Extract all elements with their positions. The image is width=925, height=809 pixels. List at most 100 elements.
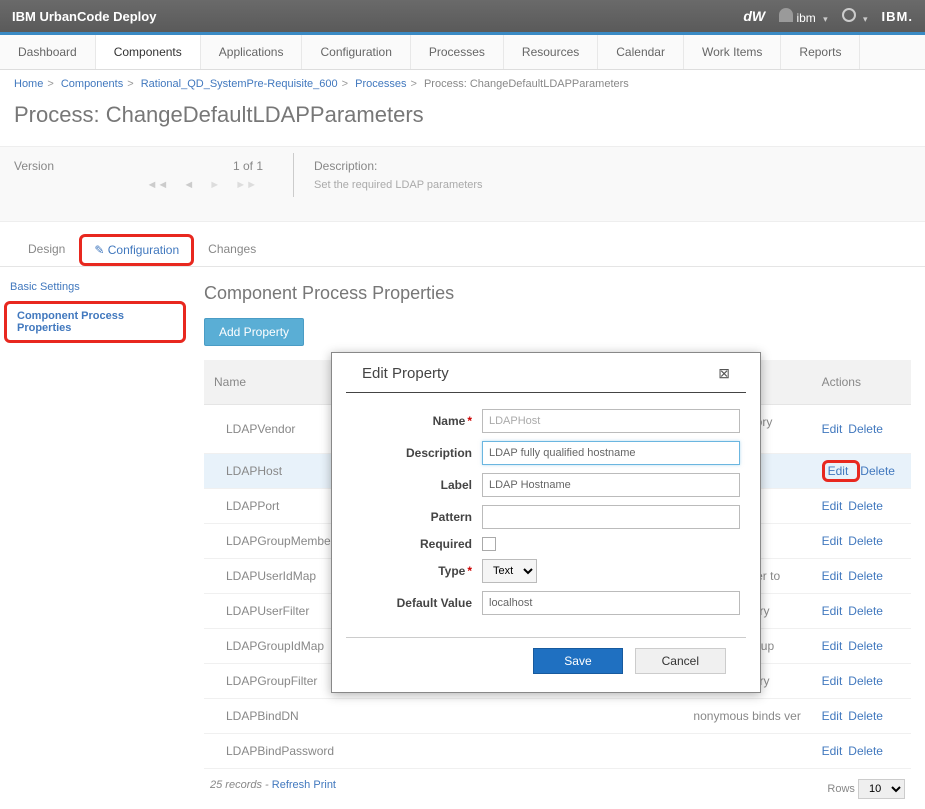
breadcrumb: Home> Components> Rational_QD_SystemPre-…: [0, 70, 925, 98]
caret-down-icon: ▾: [863, 14, 868, 24]
version-last-icon: ►►: [235, 179, 257, 191]
nav-applications[interactable]: Applications: [201, 35, 303, 69]
tab-configuration[interactable]: ✎ Configuration: [88, 239, 185, 261]
pattern-label: Pattern: [431, 510, 472, 524]
meta-bar: Version 1 of 1 ◄◄ ◄ ► ►► Description: Se…: [0, 146, 925, 222]
cell-required: [529, 734, 598, 769]
user-icon: [779, 8, 793, 22]
type-label: Type: [438, 564, 465, 578]
dw-logo[interactable]: dW: [743, 8, 765, 24]
delete-link[interactable]: Delete: [848, 499, 883, 513]
delete-link[interactable]: Delete: [848, 569, 883, 583]
pencil-icon: ✎: [94, 243, 104, 257]
col-actions: Actions: [812, 360, 911, 405]
caret-down-icon: ▾: [823, 14, 828, 24]
user-name: ibm: [796, 11, 815, 25]
highlight-edit: Edit: [822, 460, 861, 482]
nav-configuration[interactable]: Configuration: [302, 35, 410, 69]
edit-link[interactable]: Edit: [828, 464, 849, 478]
edit-link[interactable]: Edit: [822, 639, 843, 653]
highlight-config-tab: ✎ Configuration: [79, 234, 194, 266]
name-label: Name: [433, 414, 466, 428]
edit-link[interactable]: Edit: [822, 499, 843, 513]
version-first-icon[interactable]: ◄◄: [146, 179, 168, 191]
required-label: Required: [420, 537, 472, 551]
tab-changes[interactable]: Changes: [194, 234, 270, 266]
pattern-field[interactable]: [482, 505, 740, 529]
delete-link[interactable]: Delete: [848, 604, 883, 618]
cancel-button[interactable]: Cancel: [635, 648, 726, 674]
cell-default: [598, 699, 684, 734]
type-select[interactable]: Text: [482, 559, 537, 583]
sidebar-basic-settings[interactable]: Basic Settings: [0, 275, 190, 299]
description-field[interactable]: [482, 441, 740, 465]
main-nav: Dashboard Components Applications Config…: [0, 35, 925, 70]
cell-actions: Edit Delete: [812, 489, 911, 524]
delete-link[interactable]: Delete: [860, 464, 895, 478]
nav-processes[interactable]: Processes: [411, 35, 504, 69]
nav-components[interactable]: Components: [96, 35, 201, 69]
nav-reports[interactable]: Reports: [781, 35, 860, 69]
cell-actions: Edit Delete: [812, 405, 911, 454]
print-link[interactable]: Print: [313, 779, 336, 791]
delete-link[interactable]: Delete: [848, 422, 883, 436]
cell-desc: nonymous binds ver: [683, 699, 811, 734]
delete-link[interactable]: Delete: [848, 709, 883, 723]
edit-link[interactable]: Edit: [822, 534, 843, 548]
edit-link[interactable]: Edit: [822, 744, 843, 758]
delete-link[interactable]: Delete: [848, 744, 883, 758]
edit-link[interactable]: Edit: [822, 709, 843, 723]
sidebar-cpp[interactable]: Component Process Properties: [7, 304, 183, 340]
delete-link[interactable]: Delete: [848, 534, 883, 548]
nav-dashboard[interactable]: Dashboard: [0, 35, 96, 69]
crumb-components[interactable]: Components: [61, 78, 123, 90]
save-button[interactable]: Save: [533, 648, 622, 674]
default-label: Default Value: [397, 596, 472, 610]
edit-link[interactable]: Edit: [822, 604, 843, 618]
settings-menu[interactable]: ▾: [842, 8, 868, 25]
delete-link[interactable]: Delete: [848, 639, 883, 653]
highlight-sidebar-cpp: Component Process Properties: [4, 301, 186, 343]
delete-link[interactable]: Delete: [848, 674, 883, 688]
cell-actions: Edit Delete: [812, 524, 911, 559]
cell-pattern: [470, 734, 529, 769]
edit-link[interactable]: Edit: [822, 569, 843, 583]
sub-tabs: Design ✎ Configuration Changes: [0, 222, 925, 267]
record-count: 25 records: [210, 779, 262, 791]
nav-calendar[interactable]: Calendar: [598, 35, 684, 69]
edit-link[interactable]: Edit: [822, 422, 843, 436]
top-bar: IBM UrbanCode Deploy dW ibm ▾ ▾ IBM.: [0, 0, 925, 32]
label-field[interactable]: [482, 473, 740, 497]
refresh-link[interactable]: Refresh: [272, 779, 311, 791]
version-prev-icon[interactable]: ◄: [183, 179, 194, 191]
cell-name: LDAPBindPassword: [204, 734, 378, 769]
nav-workitems[interactable]: Work Items: [684, 35, 781, 69]
cell-required: [529, 699, 598, 734]
cell-label: [378, 734, 470, 769]
version-next-icon: ►: [209, 179, 220, 191]
table-row: LDAPBindPassword Edit Delete: [204, 734, 911, 769]
user-menu[interactable]: ibm ▾: [779, 8, 828, 25]
cell-actions: Edit Delete: [812, 664, 911, 699]
crumb-processes[interactable]: Processes: [355, 78, 406, 90]
name-field[interactable]: [482, 409, 740, 433]
tab-configuration-label: Configuration: [108, 243, 179, 257]
cell-actions: Edit Delete: [812, 629, 911, 664]
table-footer: 25 records - Refresh Print Rows 10: [204, 769, 911, 801]
version-label: Version: [14, 159, 54, 173]
label-label: Label: [441, 478, 472, 492]
required-checkbox[interactable]: [482, 537, 496, 551]
crumb-home[interactable]: Home: [14, 78, 43, 90]
tab-design[interactable]: Design: [14, 234, 79, 266]
modal-title: Edit Property: [362, 365, 449, 382]
default-value-field[interactable]: [482, 591, 740, 615]
ibm-logo: IBM.: [882, 9, 913, 24]
rows-select[interactable]: 10: [858, 779, 905, 799]
cell-label: [378, 699, 470, 734]
add-property-button[interactable]: Add Property: [204, 318, 304, 346]
edit-link[interactable]: Edit: [822, 674, 843, 688]
close-icon[interactable]: ⊠: [718, 365, 730, 382]
nav-resources[interactable]: Resources: [504, 35, 598, 69]
rows-label: Rows: [827, 783, 855, 795]
crumb-component[interactable]: Rational_QD_SystemPre-Requisite_600: [141, 78, 338, 90]
